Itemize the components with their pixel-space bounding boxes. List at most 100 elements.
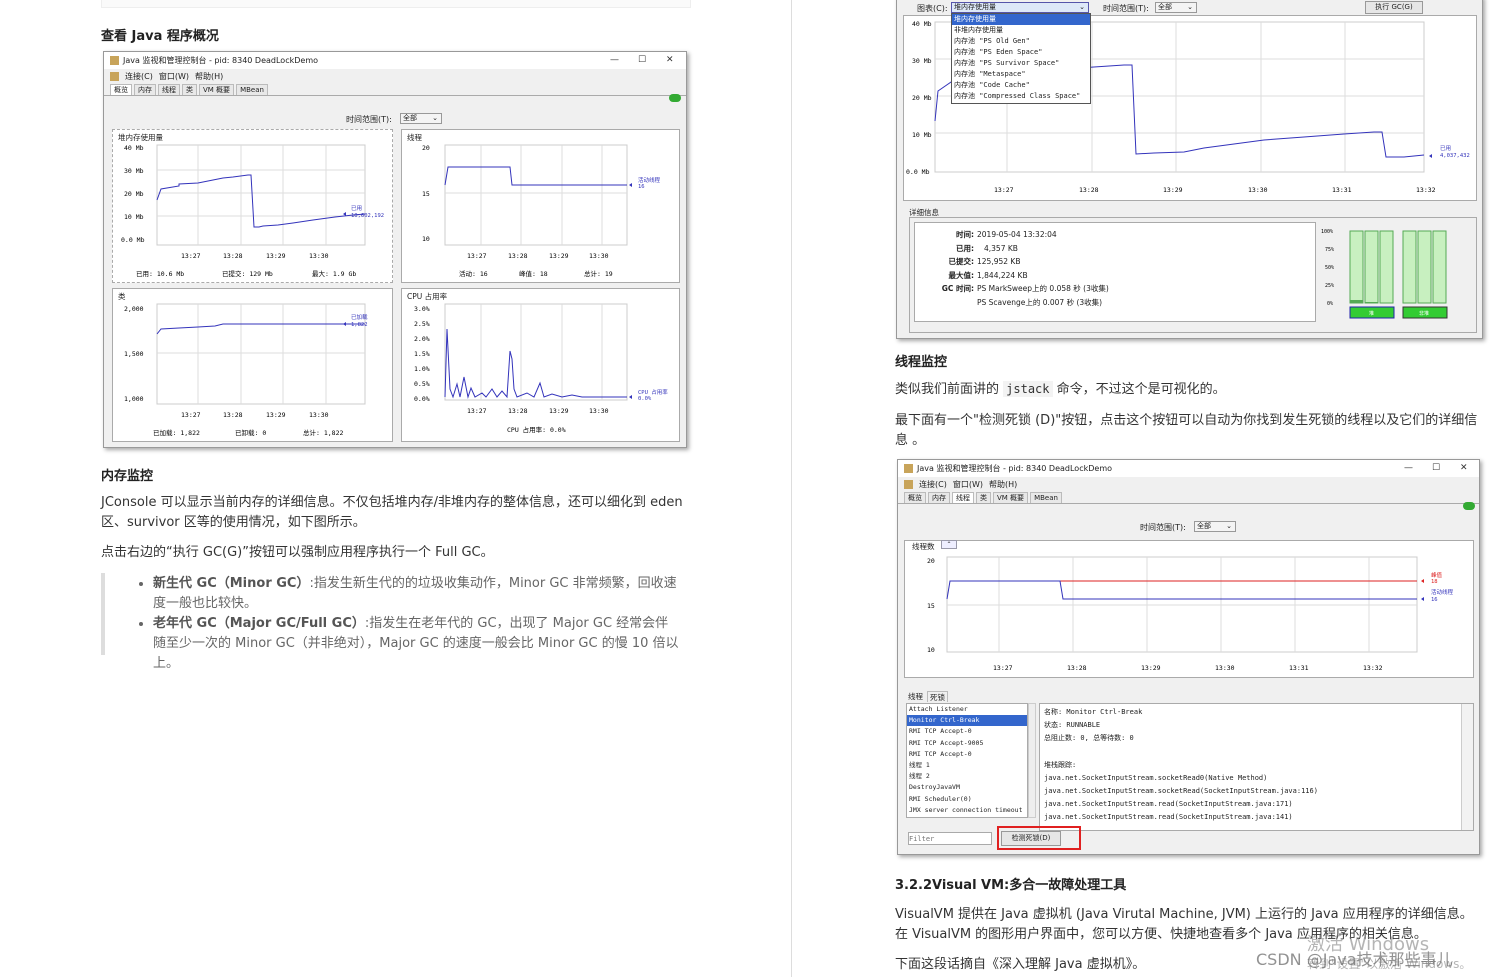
- tab-vm-summary[interactable]: VM 概要: [993, 492, 1029, 503]
- minimize-icon[interactable]: —: [1404, 463, 1413, 473]
- menu-connect[interactable]: 连接(C): [125, 71, 153, 82]
- heap-chart: 40 Mb 30 Mb 20 Mb 10 Mb 0.0 Mb 已用 10,602…: [121, 144, 384, 278]
- legend-value: 1,822: [351, 322, 368, 328]
- close-icon[interactable]: ✕: [666, 55, 674, 65]
- thread-list-scrollbar[interactable]: [1028, 703, 1036, 818]
- tab-overview[interactable]: 概览: [110, 84, 132, 95]
- xtick: 13:28: [508, 252, 528, 260]
- thread-sub-tabs: 线程 死锁: [906, 691, 948, 702]
- footer-live: 活动: 16: [459, 269, 488, 278]
- legend-peak-value: 18: [1431, 579, 1438, 585]
- java-icon: [110, 56, 119, 65]
- detail-line: java.net.SocketInputStream.read(SocketIn…: [1044, 800, 1293, 809]
- close-icon[interactable]: ✕: [1460, 463, 1468, 473]
- ytick: 40 Mb: [124, 144, 144, 152]
- legend-name: 已加载: [351, 313, 368, 321]
- time-range-select[interactable]: 全部 ⌄: [1155, 2, 1197, 13]
- dropdown-option[interactable]: 堆内存使用量: [952, 14, 1090, 25]
- ytick: 2.5%: [414, 320, 430, 328]
- subtab-deadlock[interactable]: 死锁: [927, 691, 948, 702]
- inline-code: jstack: [1003, 381, 1053, 397]
- menu-help[interactable]: 帮助(H): [989, 479, 1017, 490]
- tab-bar: 概览 内存 线程 类 VM 概要 MBean: [104, 83, 686, 96]
- tab-threads[interactable]: 线程: [952, 492, 974, 503]
- menu-connect[interactable]: 连接(C): [919, 479, 947, 490]
- xtick: 13:28: [1079, 186, 1099, 194]
- detail-line: 总阻止数: 0, 总等待数: 0: [1044, 734, 1134, 743]
- ytick: 1,000: [124, 395, 144, 403]
- ytick: 10: [927, 646, 935, 654]
- detail-line: 状态: RUNNABLE: [1044, 721, 1101, 730]
- menu-window[interactable]: 窗口(W): [953, 479, 983, 490]
- maximize-icon[interactable]: ☐: [1432, 463, 1440, 473]
- dropdown-option[interactable]: 内存池 "Code Cache": [952, 80, 1090, 91]
- minimize-icon[interactable]: —: [610, 55, 619, 65]
- dropdown-option[interactable]: 内存池 "Compressed Class Space": [952, 91, 1090, 102]
- list-item[interactable]: JMX server connection timeout: [907, 805, 1027, 816]
- tab-mbean[interactable]: MBean: [236, 84, 268, 95]
- menu-help[interactable]: 帮助(H): [195, 71, 223, 82]
- tab-memory[interactable]: 内存: [134, 84, 156, 95]
- time-range-select[interactable]: 全部 ⌄: [400, 113, 442, 124]
- time-range-label: 时间范围(T):: [346, 115, 392, 124]
- tab-classes[interactable]: 类: [976, 492, 991, 503]
- heading-visualvm: 3.2.2Visual VM:多合一故障处理工具: [895, 878, 1127, 893]
- ytick: 40 Mb: [912, 20, 932, 28]
- list-item[interactable]: RMI Scheduler(0): [907, 794, 1027, 805]
- time-range-select[interactable]: 全部 ⌄: [1194, 521, 1236, 532]
- xtick: 13:28: [223, 252, 243, 260]
- list-item[interactable]: RMI TCP Accept-0: [907, 749, 1027, 760]
- list-item[interactable]: RMI TCP Accept-9005: [907, 738, 1027, 749]
- dropdown-option[interactable]: 内存池 "PS Eden Space": [952, 47, 1090, 58]
- list-item[interactable]: 线程 1: [907, 760, 1027, 771]
- ytick: 15: [927, 602, 935, 610]
- tab-overview[interactable]: 概览: [904, 492, 926, 503]
- tab-threads[interactable]: 线程: [158, 84, 180, 95]
- dropdown-option[interactable]: 非堆内存使用量: [952, 25, 1090, 36]
- java-icon: [904, 464, 913, 473]
- list-item[interactable]: 线程 2: [907, 771, 1027, 782]
- list-item[interactable]: Monitor Ctrl-Break: [907, 715, 1027, 727]
- bar-ytick: 50%: [1325, 265, 1334, 271]
- list-item[interactable]: DestroyJavaVM: [907, 782, 1027, 793]
- threads-panel: 线程 20 15 10 活动线程 16 13:27 13:28 13:29 13…: [401, 129, 680, 283]
- dropdown-option[interactable]: 内存池 "PS Survivor Space": [952, 58, 1090, 69]
- paragraph-thread-1: 类似我们前面讲的 jstack 命令，不过这个是可视化的。: [895, 381, 1226, 397]
- thread-list: Attach Listener Monitor Ctrl-Break RMI T…: [906, 703, 1028, 818]
- column-divider: [791, 0, 792, 977]
- list-item[interactable]: RMI TCP Accept-0: [907, 726, 1027, 737]
- list-item[interactable]: Attach Listener: [907, 704, 1027, 715]
- legend-value: 0.0%: [638, 396, 652, 402]
- menu-bar: 连接(C) 窗口(W) 帮助(H): [898, 477, 1479, 491]
- tab-mbean[interactable]: MBean: [1030, 492, 1062, 503]
- connection-icon: [1463, 502, 1475, 510]
- xtick: 13:30: [309, 252, 329, 260]
- ytick: 10 Mb: [124, 213, 144, 221]
- perform-gc-button[interactable]: 执行 GC(G): [1365, 1, 1423, 14]
- footer-cpu: CPU 占用率: 0.0%: [507, 425, 566, 434]
- xtick: 13:30: [589, 252, 609, 260]
- menu-window[interactable]: 窗口(W): [159, 71, 189, 82]
- tab-classes[interactable]: 类: [182, 84, 197, 95]
- detail-scrollbar[interactable]: [1461, 704, 1473, 830]
- tab-memory[interactable]: 内存: [928, 492, 950, 503]
- menu-bar: 连接(C) 窗口(W) 帮助(H): [104, 69, 686, 83]
- window-titlebar: Java 监视和管理控制台 - pid: 8340 DeadLockDemo: [104, 52, 686, 69]
- tab-vm-summary[interactable]: VM 概要: [199, 84, 235, 95]
- footer-max: 最大: 1.9 Gb: [312, 269, 356, 278]
- subtab-threads[interactable]: 线程: [906, 691, 925, 702]
- maximize-icon[interactable]: ☐: [638, 55, 646, 65]
- ytick: 20 Mb: [912, 94, 932, 102]
- xtick: 13:29: [549, 252, 569, 260]
- legend-value: 16: [638, 184, 645, 190]
- cpu-panel: CPU 占用率 3.0% 2.5% 2.0% 1.5% 1.0% 0.5% 0.…: [401, 288, 680, 442]
- xtick: 13:30: [1215, 664, 1235, 672]
- dropdown-option[interactable]: 内存池 "PS Old Gen": [952, 36, 1090, 47]
- java-icon: [110, 71, 119, 81]
- chart-select[interactable]: 堆内存使用量 ⌄: [951, 2, 1089, 13]
- filter-input[interactable]: [908, 832, 992, 845]
- chevron-down-icon: ⌄: [1079, 3, 1085, 11]
- footer-peak: 峰值: 18: [519, 269, 548, 278]
- dropdown-option[interactable]: 内存池 "Metaspace": [952, 69, 1090, 80]
- jconsole-overview-window: Java 监视和管理控制台 - pid: 8340 DeadLockDemo —…: [103, 51, 687, 448]
